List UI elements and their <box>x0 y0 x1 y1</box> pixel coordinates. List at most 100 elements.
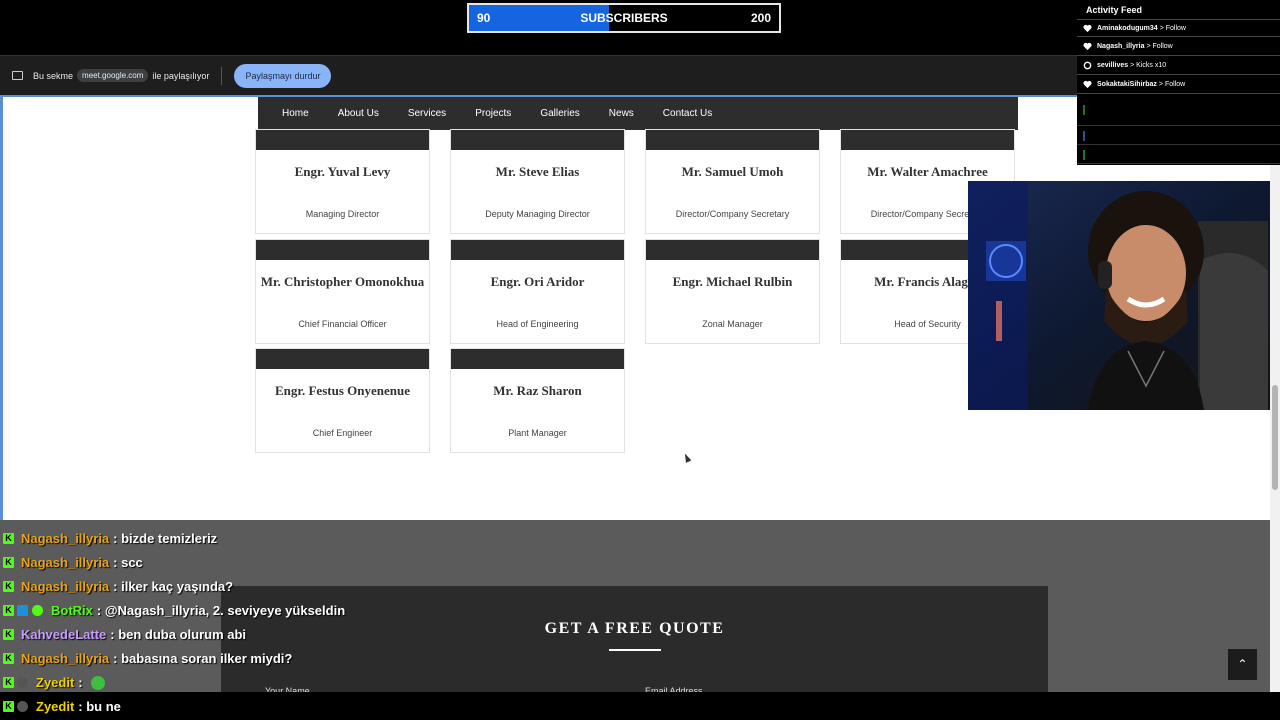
chat-message: K KahvedeLatte : ben duba olurum abi <box>3 627 246 642</box>
team-card: Engr. Yuval Levy Managing Director <box>255 129 430 234</box>
activity-event: > Follow <box>1158 81 1186 88</box>
chat-text: : <box>78 675 83 690</box>
activity-event: > Follow <box>1146 43 1173 50</box>
card-header-bar <box>646 130 819 150</box>
activity-user: SokaktakiSihirbaz <box>1097 81 1157 88</box>
chat-message: K Zyedit : <box>3 675 109 690</box>
team-member-name: Engr. Michael Rulbin <box>672 274 793 289</box>
activity-user: sevillives <box>1097 62 1129 69</box>
chat-message: K Nagash_illyria : scc <box>3 555 143 570</box>
team-card: Engr. Michael Rulbin Zonal Manager <box>645 239 820 344</box>
team-member-role: Chief Engineer <box>312 428 373 438</box>
team-member-role: Chief Financial Officer <box>298 319 387 329</box>
screen-share-icon <box>12 71 23 80</box>
back-to-top-button[interactable]: ⌃ <box>1228 649 1257 680</box>
chat-text: : bizde temizleriz <box>113 531 218 546</box>
nav-galleries[interactable]: Galleries <box>540 108 579 119</box>
card-header-bar <box>451 130 624 150</box>
kick-icon: K <box>3 653 14 664</box>
share-suffix: ile paylaşılıyor <box>152 70 210 81</box>
faded-marker <box>1083 149 1085 160</box>
nav-contact-us[interactable]: Contact Us <box>663 108 712 119</box>
team-card: Mr. Samuel Umoh Director/Company Secreta… <box>645 129 820 234</box>
chat-text: : @Nagash_illyria, 2. seviyeye yükseldin <box>96 603 346 618</box>
verified-badge-icon <box>32 605 43 616</box>
kicks-icon <box>1083 61 1092 70</box>
chat-username: Nagash_illyria <box>21 555 110 570</box>
chat-message: K Nagash_illyria : bizde temizleriz <box>3 531 217 546</box>
kick-icon: K <box>3 701 14 712</box>
card-header-bar <box>841 130 1014 150</box>
chat-message: K Nagash_illyria : ilker kaç yaşında? <box>3 579 233 594</box>
team-member-role: Director/Company Secretary <box>675 209 790 219</box>
webcam-feed <box>968 181 1270 410</box>
user-badge-icon <box>17 701 28 712</box>
emote-icon <box>90 675 105 690</box>
team-card: Engr. Ori Aridor Head of Engineering <box>450 239 625 344</box>
heart-icon <box>1083 24 1092 32</box>
nav-home[interactable]: Home <box>282 108 309 119</box>
stop-sharing-button[interactable]: Paylaşmayı durdur <box>234 63 332 88</box>
activity-user: Aminakodugum34 <box>1097 24 1158 32</box>
heart-icon <box>1083 42 1092 51</box>
user-badge-icon <box>17 677 28 688</box>
nav-projects[interactable]: Projects <box>475 108 511 119</box>
card-header-bar <box>256 349 429 369</box>
kick-icon: K <box>3 629 14 640</box>
activity-event: > Kicks x10 <box>1130 62 1167 69</box>
team-member-name: Mr. Steve Elias <box>495 164 580 179</box>
bottom-strip <box>0 692 1280 720</box>
chat-message: K Nagash_illyria : babasına soran ilker … <box>3 651 292 666</box>
team-member-role: Deputy Managing Director <box>485 209 590 219</box>
kick-icon: K <box>3 605 14 616</box>
kick-icon: K <box>3 533 14 544</box>
team-card: Mr. Raz Sharon Plant Manager <box>450 348 625 453</box>
chat-username: Zyedit <box>36 699 75 714</box>
chat-username: BotRix <box>51 603 93 618</box>
activity-feed-title: Activity Feed <box>1086 5 1143 15</box>
team-card: Mr. Steve Elias Deputy Managing Director <box>450 129 625 234</box>
streamer-camera-image <box>968 181 1270 410</box>
activity-feed-item: Aminakodugum34 > Follow <box>1077 19 1280 37</box>
share-prefix: Bu sekme <box>33 70 74 81</box>
activity-feed-item: sevillives > Kicks x10 <box>1077 57 1280 75</box>
chat-text: : bu ne <box>78 699 121 714</box>
activity-feed-item: SokaktakiSihirbaz > Follow <box>1077 76 1280 94</box>
team-member-name: Engr. Yuval Levy <box>294 164 391 179</box>
card-header-bar <box>256 240 429 260</box>
nav-services[interactable]: Services <box>408 108 446 119</box>
activity-feed-item-faded <box>1077 95 1280 126</box>
nav-news[interactable]: News <box>609 108 634 119</box>
screen: 90 SUBSCRIBERS 200 Bu sekme meet.google.… <box>0 0 1280 720</box>
nav-about-us[interactable]: About Us <box>338 108 379 119</box>
activity-feed-item-faded <box>1077 127 1280 145</box>
scrollbar-thumb[interactable] <box>1272 385 1278 490</box>
chat-text: : ilker kaç yaşında? <box>113 579 234 594</box>
subscriber-label: SUBSCRIBERS <box>580 11 668 25</box>
chat-username: Nagash_illyria <box>21 579 110 594</box>
title-underline <box>609 649 661 651</box>
chat-message: K Zyedit : bu ne <box>3 699 121 714</box>
chat-text: : scc <box>113 555 143 570</box>
card-header-bar <box>256 130 429 150</box>
team-member-role: Zonal Manager <box>702 319 763 329</box>
chat-text: : babasına soran ilker miydi? <box>113 651 293 666</box>
team-member-name: Mr. Walter Amachree <box>867 164 988 179</box>
quote-title: GET A FREE QUOTE <box>544 620 725 637</box>
heart-icon <box>1083 80 1092 89</box>
chat-message: K BotRix : @Nagash_illyria, 2. seviyeye … <box>3 603 345 618</box>
activity-event: > Follow <box>1159 24 1186 32</box>
faded-marker <box>1083 130 1085 141</box>
chat-username: Nagash_illyria <box>21 531 110 546</box>
card-header-bar <box>646 240 819 260</box>
chat-username: KahvedeLatte <box>21 627 107 642</box>
chat-text: : ben duba olurum abi <box>110 627 247 642</box>
activity-user: Nagash_illyria <box>1097 43 1145 50</box>
team-card: Engr. Festus Onyenenue Chief Engineer <box>255 348 430 453</box>
kick-icon: K <box>3 557 14 568</box>
subscriber-goal: 200 <box>750 11 771 25</box>
kick-icon: K <box>3 581 14 592</box>
team-member-name: Mr. Samuel Umoh <box>681 164 784 179</box>
activity-feed-item: Nagash_illyria > Follow <box>1077 38 1280 56</box>
chat-username: Zyedit <box>36 675 75 690</box>
